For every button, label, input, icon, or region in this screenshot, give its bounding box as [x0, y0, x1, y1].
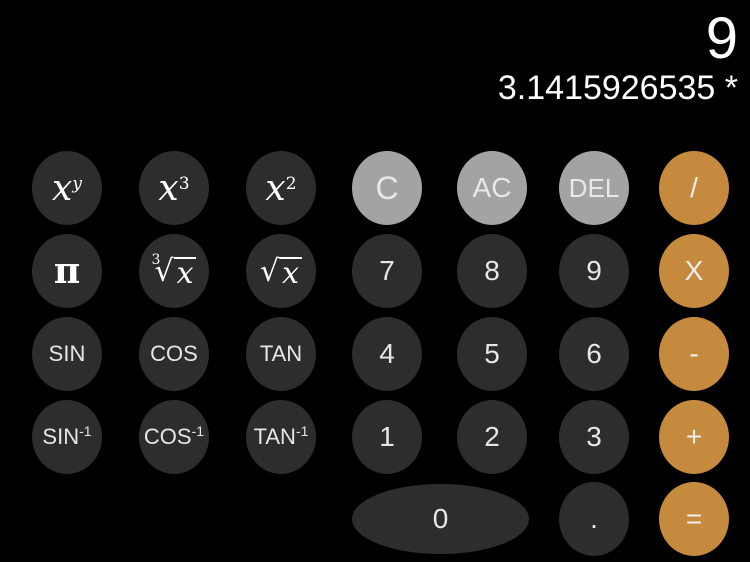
display-result: 9	[705, 6, 738, 71]
tan-button[interactable]: TAN	[246, 317, 316, 391]
digit-0-button[interactable]: 0	[352, 484, 529, 554]
cos-button[interactable]: COS	[139, 317, 209, 391]
power-button[interactable]: xy	[32, 151, 102, 225]
cube-button[interactable]: x3	[139, 151, 209, 225]
digit-2-button[interactable]: 2	[457, 400, 527, 474]
square-exp: 2	[285, 174, 297, 194]
asin-label: SIN	[42, 424, 80, 449]
power-exp: y	[72, 174, 82, 194]
atan-label: TAN	[253, 424, 296, 449]
delete-button[interactable]: DEL	[559, 151, 629, 225]
clear-button[interactable]: C	[352, 151, 422, 225]
add-button[interactable]: +	[659, 400, 729, 474]
acos-label: COS	[143, 424, 192, 449]
cube-root-button[interactable]: 3 √ x	[139, 234, 209, 308]
radical-icon: √	[154, 253, 174, 289]
inverse-exp: -1	[295, 423, 309, 439]
sin-button[interactable]: SIN	[32, 317, 102, 391]
decimal-button[interactable]: .	[559, 482, 629, 556]
digit-1-button[interactable]: 1	[352, 400, 422, 474]
subtract-button[interactable]: -	[659, 317, 729, 391]
cube-base: x	[158, 167, 179, 209]
equals-button[interactable]: =	[659, 482, 729, 556]
digit-6-button[interactable]: 6	[559, 317, 629, 391]
all-clear-button[interactable]: AC	[457, 151, 527, 225]
multiply-button[interactable]: X	[659, 234, 729, 308]
square-root-arg: x	[279, 256, 303, 289]
divide-button[interactable]: /	[659, 151, 729, 225]
pi-button[interactable]: π	[32, 234, 102, 308]
digit-4-button[interactable]: 4	[352, 317, 422, 391]
digit-9-button[interactable]: 9	[559, 234, 629, 308]
digit-7-button[interactable]: 7	[352, 234, 422, 308]
display-expression: 3.1415926535 *	[497, 69, 738, 107]
digit-3-button[interactable]: 3	[559, 400, 629, 474]
power-base: x	[52, 167, 73, 209]
digit-5-button[interactable]: 5	[457, 317, 527, 391]
cube-root-arg: x	[173, 256, 197, 289]
atan-button[interactable]: TAN -1	[246, 400, 316, 474]
cube-exp: 3	[178, 174, 190, 194]
inverse-exp: -1	[191, 423, 205, 439]
digit-8-button[interactable]: 8	[457, 234, 527, 308]
square-button[interactable]: x2	[246, 151, 316, 225]
radical-icon: √	[259, 253, 280, 289]
asin-button[interactable]: SIN -1	[32, 400, 102, 474]
square-base: x	[265, 167, 286, 209]
square-root-button[interactable]: √ x	[246, 234, 316, 308]
inverse-exp: -1	[79, 423, 92, 439]
acos-button[interactable]: COS -1	[139, 400, 209, 474]
